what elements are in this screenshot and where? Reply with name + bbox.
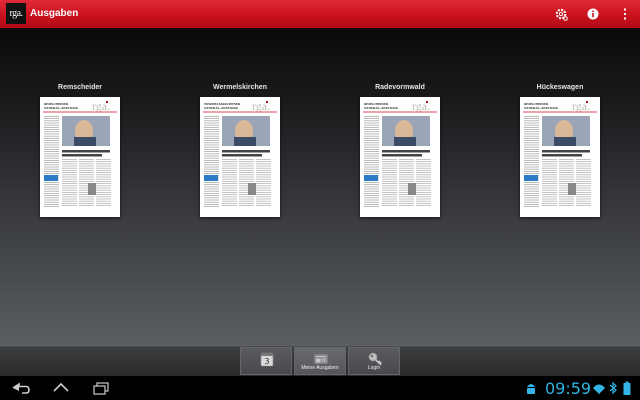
masthead-text: GENERAL-ANZEIGER bbox=[364, 106, 399, 110]
tab-label: Login bbox=[367, 365, 381, 371]
editions-grid: Remscheider REMSCHEIDER GENERAL-ANZEIGER r… bbox=[0, 28, 640, 346]
system-bar: 09:59 bbox=[0, 376, 640, 400]
calendar-day: 3 bbox=[264, 357, 269, 366]
bottom-tab-bar: 3 Meine Ausgaben Login bbox=[0, 346, 640, 376]
android-debug-icon bbox=[527, 384, 535, 394]
app-logo[interactable]: rga. bbox=[6, 3, 26, 24]
action-bar: rga. Ausgaben bbox=[0, 0, 640, 28]
edition-remscheider[interactable]: Remscheider REMSCHEIDER GENERAL-ANZEIGER r… bbox=[40, 84, 120, 217]
battery-icon bbox=[623, 381, 631, 395]
masthead-text: GENERAL-ANZEIGER bbox=[44, 106, 79, 110]
tab-calendar[interactable]: 3 bbox=[240, 347, 292, 375]
edition-cover[interactable]: REMSCHEIDER GENERAL-ANZEIGER rga. bbox=[520, 97, 600, 217]
newspaper-thumbnail: REMSCHEIDERGENERAL-ANZEIGER rga. bbox=[523, 99, 597, 207]
info-icon[interactable] bbox=[585, 6, 601, 22]
edition-hueckeswagen[interactable]: Hückeswagen REMSCHEIDER GENERAL-ANZEIGER r… bbox=[520, 84, 600, 217]
newspaper-thumbnail: REMSCHEIDERGENERAL-ANZEIGER rga. bbox=[363, 99, 437, 207]
edition-wermelskirchen[interactable]: Wermelskirchen WERMELSKIRCHENER GENERAL-A… bbox=[200, 84, 280, 217]
newspaper-thumbnail: WERMELSKIRCHENERGENERAL-ANZEIGER rga. bbox=[203, 99, 277, 207]
page-title: Ausgaben bbox=[30, 8, 79, 19]
edition-cover[interactable]: REMSCHEIDER GENERAL-ANZEIGER rga. bbox=[40, 97, 120, 217]
back-icon[interactable] bbox=[10, 380, 32, 396]
calendar-icon: 3 bbox=[260, 352, 274, 367]
tab-label: Meine Ausgaben bbox=[301, 365, 339, 371]
clock: 09:59 bbox=[545, 379, 592, 398]
bluetooth-icon bbox=[609, 381, 617, 395]
edition-name: Wermelskirchen bbox=[213, 84, 267, 91]
tab-login[interactable]: Login bbox=[348, 347, 400, 375]
wifi-icon bbox=[593, 384, 605, 394]
edition-name: Hückeswagen bbox=[536, 84, 584, 91]
masthead-text: GENERAL-ANZEIGER bbox=[204, 106, 239, 110]
edition-name: Radevormwald bbox=[375, 84, 425, 91]
recent-apps-icon[interactable] bbox=[90, 380, 112, 396]
edition-cover[interactable]: REMSCHEIDER GENERAL-ANZEIGER rga. bbox=[360, 97, 440, 217]
edition-radevormwald[interactable]: Radevormwald REMSCHEIDER GENERAL-ANZEIGER… bbox=[360, 84, 440, 217]
edition-cover[interactable]: WERMELSKIRCHENER GENERAL-ANZEIGER rga. bbox=[200, 97, 280, 217]
settings-icon[interactable] bbox=[553, 6, 569, 22]
newspaper-thumbnail: REMSCHEIDERGENERAL-ANZEIGER rga. bbox=[43, 99, 117, 207]
tab-meine-ausgaben[interactable]: Meine Ausgaben bbox=[294, 347, 346, 375]
masthead-text: GENERAL-ANZEIGER bbox=[524, 106, 559, 110]
overflow-menu-icon[interactable] bbox=[617, 6, 633, 22]
edition-name: Remscheider bbox=[58, 84, 102, 91]
home-icon[interactable] bbox=[50, 380, 72, 396]
